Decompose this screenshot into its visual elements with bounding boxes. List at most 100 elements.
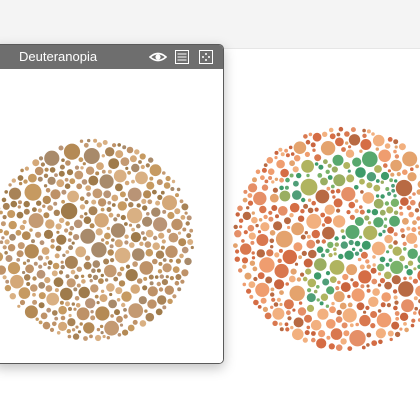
plate-dot (7, 262, 21, 275)
plate-dot (125, 264, 131, 269)
plate-dot (395, 179, 413, 197)
plate-dot (45, 188, 51, 193)
plate-dot (145, 248, 154, 257)
plate-dot (373, 184, 381, 192)
plate-dot (65, 160, 71, 166)
plate-dot (327, 175, 333, 180)
plate-dot (16, 258, 21, 262)
plate-dot (153, 217, 168, 232)
plate-dot (175, 193, 179, 198)
plate-dot (336, 309, 342, 316)
plate-dot (117, 333, 122, 337)
plate-dot (342, 308, 357, 323)
plate-dot (233, 224, 238, 230)
plate-dot (161, 279, 168, 286)
plate-dot (349, 323, 354, 328)
plate-dot (36, 269, 46, 279)
plate-dot (354, 251, 360, 256)
plate-dot (76, 183, 83, 190)
plate-dot (251, 216, 258, 224)
plate-dot (94, 213, 109, 228)
plate-dot (337, 280, 341, 285)
plate-dot (312, 132, 322, 142)
plate-dot (325, 271, 331, 276)
plate-dot (321, 253, 325, 258)
plate-dot (247, 224, 255, 232)
plate-dot (8, 187, 22, 200)
plate-dot (44, 277, 51, 284)
plate-dot (360, 139, 372, 150)
plate-dot (180, 279, 185, 284)
plate-dot (305, 268, 312, 275)
plate-dot (45, 255, 50, 260)
dots-icon[interactable] (197, 48, 215, 66)
plate-dot (184, 257, 192, 266)
plate-dot (172, 266, 180, 273)
title-bar[interactable]: Deuteranopia (0, 45, 223, 69)
plate-dot (279, 327, 284, 332)
eye-icon[interactable] (149, 48, 167, 66)
plate-dot (89, 279, 93, 283)
plate-dot (16, 211, 24, 219)
plate-dot (114, 239, 123, 248)
plate-dot (278, 322, 283, 326)
plate-dot (403, 247, 407, 251)
plate-dot (233, 243, 238, 249)
plate-dot (175, 258, 181, 264)
plate-dot (0, 240, 4, 244)
plate-dot (339, 302, 347, 310)
plate-dot (331, 301, 335, 306)
plate-dot (318, 164, 324, 170)
plate-dot (294, 155, 301, 162)
plate-dot (359, 248, 363, 252)
plate-dot (38, 264, 43, 269)
plate-dot (348, 134, 361, 146)
plate-dot (116, 213, 121, 218)
plate-dot (86, 192, 91, 197)
plate-dot (300, 272, 305, 277)
plate-dot (26, 259, 30, 263)
plate-dot (410, 323, 415, 328)
plate-dot (179, 199, 184, 204)
plate-dot (73, 287, 78, 292)
plate-dot (364, 215, 370, 221)
plate-dot (162, 209, 167, 214)
plate-dot (267, 168, 275, 175)
plate-dot (64, 183, 71, 189)
plate-dot (340, 241, 348, 249)
plate-dot (352, 281, 359, 288)
plate-dot (185, 221, 190, 226)
plate-dot (261, 184, 269, 191)
plate-dot (76, 266, 83, 272)
plate-dot (100, 289, 105, 293)
deuteranopia-window[interactable]: Deuteranopia (0, 44, 224, 364)
plate-dot (274, 177, 279, 181)
plate-dot (348, 145, 352, 149)
plate-dot (399, 211, 404, 216)
plate-dot (146, 181, 155, 190)
plate-dot (120, 214, 126, 221)
plate-dot (38, 302, 45, 309)
plate-dot (75, 325, 79, 329)
plate-dot (341, 187, 356, 202)
plate-dot (411, 318, 416, 323)
plate-dot (66, 278, 76, 288)
plate-dot (122, 145, 127, 150)
plate-dot (304, 231, 308, 235)
plate-dot (301, 250, 307, 256)
plate-dot (117, 143, 121, 147)
plate-dot (56, 234, 67, 245)
plate-dot (327, 241, 334, 249)
plate-dot (273, 221, 283, 231)
plate-dot (372, 263, 376, 267)
plate-dot (366, 343, 370, 347)
plate-dot (308, 132, 313, 137)
plate-dot (67, 318, 76, 327)
plate-dot (400, 197, 409, 206)
plate-dot (253, 299, 259, 306)
plate-dot (352, 157, 362, 167)
plate-dot (308, 249, 317, 259)
list-icon[interactable] (173, 48, 191, 66)
plate-dot (45, 285, 53, 292)
plate-dot (351, 288, 365, 302)
